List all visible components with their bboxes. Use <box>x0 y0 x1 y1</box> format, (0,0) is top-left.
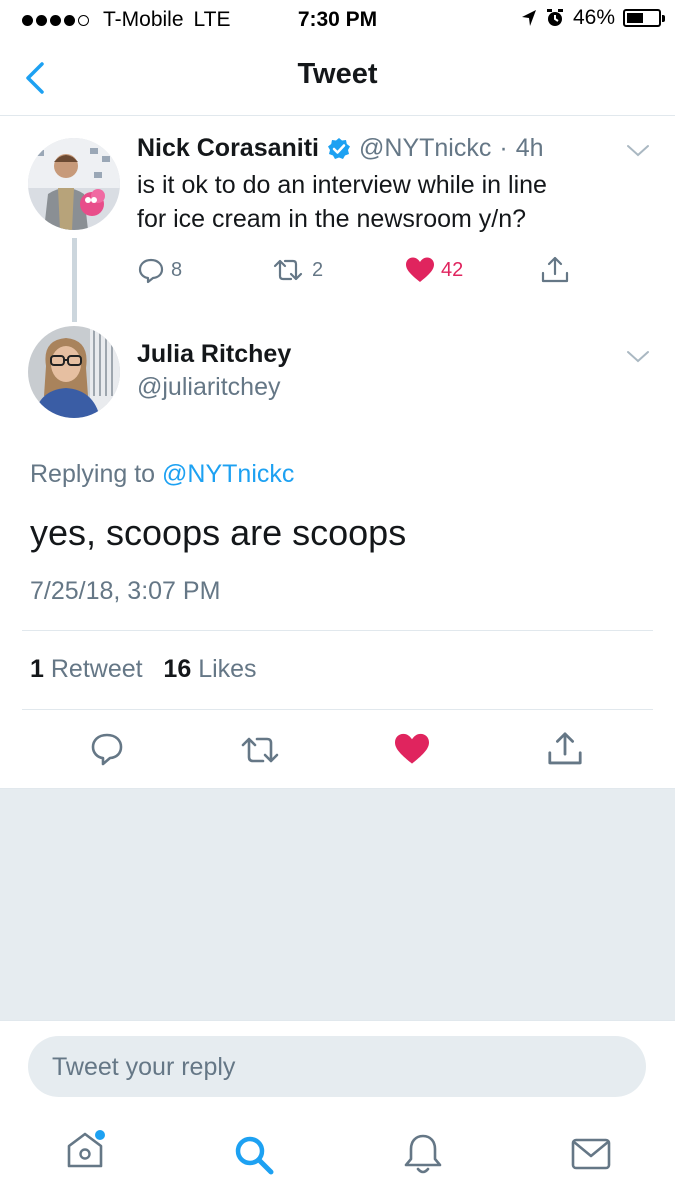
replying-to-prefix: Replying to <box>30 460 156 488</box>
home-icon[interactable] <box>63 1128 109 1174</box>
reply-input-placeholder: Tweet your reply <box>52 1053 236 1081</box>
reply-input[interactable]: Tweet your reply <box>28 1036 646 1097</box>
author-handle[interactable]: @NYTnickc <box>359 134 491 163</box>
tweet-menu-chevron-icon[interactable] <box>626 350 650 364</box>
search-icon[interactable] <box>233 1134 275 1176</box>
divider <box>22 709 653 710</box>
empty-replies-area <box>0 788 675 1021</box>
parent-tweet-text-line2: for ice cream in the newsroom y/n? <box>137 205 527 233</box>
parent-tweet-text: is it ok to do an interview while in lin… <box>137 168 547 236</box>
tweet-timestamp: 7/25/18, 3:07 PM <box>30 577 221 605</box>
messages-icon[interactable] <box>570 1137 612 1171</box>
alarm-icon <box>546 9 563 26</box>
author-handle[interactable]: @juliaritchey <box>137 373 280 402</box>
thread-connector <box>72 238 77 322</box>
divider <box>22 630 653 631</box>
battery-icon <box>623 9 665 27</box>
like-stat[interactable]: 16 Likes <box>163 655 256 683</box>
tweet-stats: 1 Retweet 16 Likes <box>30 655 257 684</box>
battery-percent: 46% <box>572 6 615 29</box>
reply-count: 8 <box>171 258 183 281</box>
retweet-count: 2 <box>312 258 324 281</box>
meta-separator: · <box>499 134 508 162</box>
reply-action[interactable]: 8 <box>137 256 182 284</box>
heart-filled-icon <box>406 257 434 282</box>
share-icon[interactable] <box>546 730 584 768</box>
nav-bar: Tweet <box>0 38 675 116</box>
replying-to-link[interactable]: @NYTnickc <box>162 460 294 488</box>
reply-icon[interactable] <box>89 731 125 767</box>
like-stat-count: 16 <box>163 655 192 683</box>
location-arrow-icon <box>521 10 536 26</box>
like-count: 42 <box>441 258 464 281</box>
status-bar: T-Mobile LTE 7:30 PM 46% <box>0 0 675 38</box>
retweet-action[interactable]: 2 <box>270 256 323 284</box>
replying-to: Replying to @NYTnickc <box>30 460 294 489</box>
reply-icon <box>138 258 164 284</box>
avatar-julia[interactable] <box>28 326 120 418</box>
main-tweet-text: yes, scoops are scoops <box>30 512 407 553</box>
retweet-stat-count: 1 <box>30 655 44 683</box>
retweet-stat-label: Retweet <box>50 655 143 683</box>
tweet-menu-chevron-icon[interactable] <box>626 144 650 158</box>
author-name[interactable]: Nick Corasaniti <box>137 134 319 163</box>
verified-badge-icon <box>328 137 351 159</box>
parent-tweet-text-line1: is it ok to do an interview while in lin… <box>137 171 547 199</box>
tweet-age: 4h <box>515 134 544 162</box>
notifications-icon[interactable] <box>402 1132 444 1176</box>
status-right: 46% <box>521 6 665 30</box>
share-icon[interactable] <box>540 255 570 285</box>
page-title: Tweet <box>297 58 378 90</box>
like-action[interactable]: 42 <box>405 256 463 284</box>
author-name[interactable]: Julia Ritchey <box>137 340 291 369</box>
like-stat-label: Likes <box>198 655 257 683</box>
heart-filled-icon[interactable] <box>393 732 431 766</box>
retweet-icon <box>273 259 303 281</box>
tab-bar <box>0 1110 675 1200</box>
retweet-stat[interactable]: 1 Retweet <box>30 655 143 683</box>
avatar-nick[interactable] <box>28 138 120 230</box>
parent-tweet-header: Nick Corasaniti @NYTnickc · 4h <box>137 134 544 163</box>
retweet-icon[interactable] <box>238 733 282 767</box>
